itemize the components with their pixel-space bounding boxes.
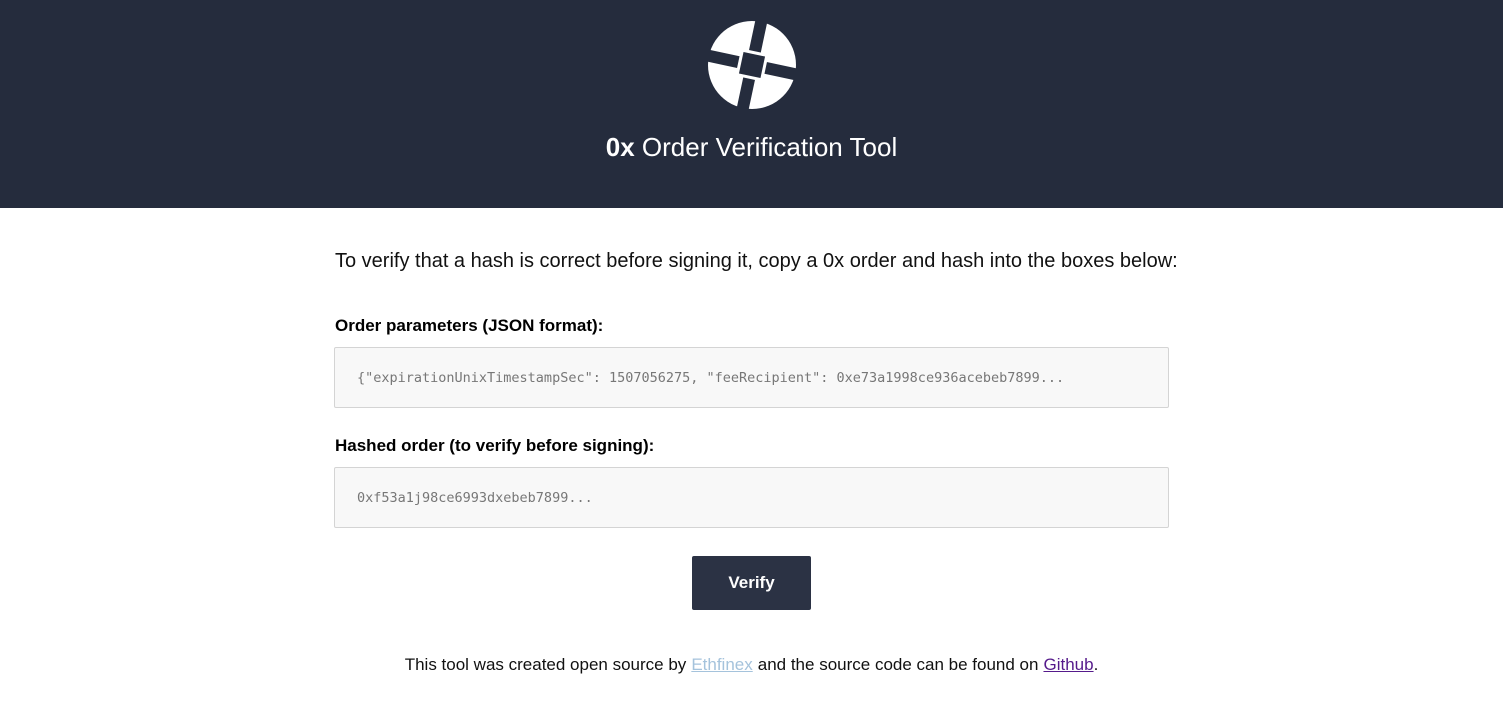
github-link[interactable]: Github: [1043, 655, 1093, 674]
footer-prefix: This tool was created open source by: [404, 655, 687, 674]
intro-text: To verify that a hash is correct before …: [335, 250, 1178, 272]
header: 0x Order Verification Tool: [0, 0, 1503, 208]
footer-middle: and the source code can be found on: [757, 655, 1039, 674]
title-text: Order Verification Tool: [641, 132, 898, 162]
verify-button[interactable]: Verify: [692, 556, 811, 610]
brand-name: 0x: [605, 132, 635, 162]
order-parameters-input[interactable]: [334, 347, 1169, 408]
ethfinex-link[interactable]: Ethfinex: [691, 655, 752, 674]
footer: This tool was created open source by Ethf…: [0, 654, 1503, 676]
order-parameters-label: Order parameters (JSON format):: [335, 316, 604, 335]
page-title: 0x Order Verification Tool: [0, 130, 1503, 164]
footer-suffix: .: [1093, 655, 1099, 674]
hashed-order-label: Hashed order (to verify before signing):: [335, 436, 655, 455]
hashed-order-input[interactable]: [334, 467, 1169, 528]
0x-logo-icon: [708, 21, 796, 109]
